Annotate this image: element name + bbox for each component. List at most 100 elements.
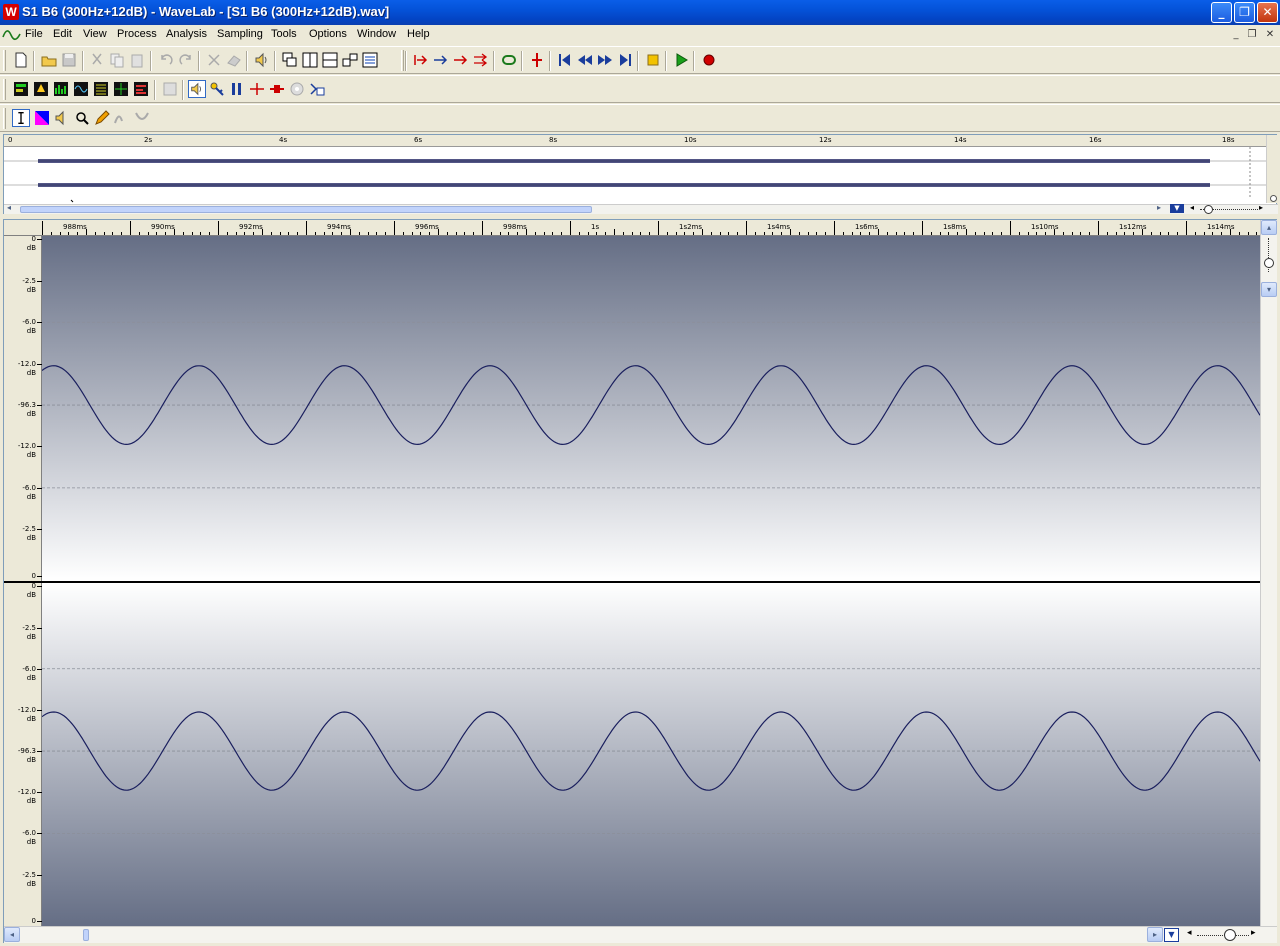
- stop-icon[interactable]: [644, 51, 662, 69]
- overview-zoom-slider-knob[interactable]: [1204, 205, 1213, 214]
- menu-help[interactable]: Help: [407, 28, 430, 40]
- minimize-button[interactable]: _: [1211, 2, 1232, 23]
- horizontal-scroll-thumb[interactable]: [83, 929, 89, 941]
- maximize-button[interactable]: ❐: [1234, 2, 1255, 23]
- menu-edit[interactable]: Edit: [53, 28, 72, 40]
- pause-icon[interactable]: [228, 80, 246, 98]
- paste-icon[interactable]: [128, 51, 146, 69]
- vertical-zoom-bar[interactable]: ▴ ▾: [1260, 220, 1277, 926]
- toolbar-grip[interactable]: [3, 50, 6, 71]
- pencil-tool-icon[interactable]: [93, 109, 111, 127]
- zoom-out-icon[interactable]: ◂: [1187, 928, 1192, 938]
- spectrometer-icon[interactable]: [132, 80, 150, 98]
- marker-play-icon[interactable]: [248, 80, 266, 98]
- play-range-icon[interactable]: [452, 51, 470, 69]
- cascade-windows-icon[interactable]: [281, 51, 299, 69]
- sync-icon[interactable]: [308, 80, 326, 98]
- color-picker-icon[interactable]: [33, 109, 51, 127]
- time-ruler[interactable]: 988ms 990ms 992ms 994ms 996ms 998ms 1s 1s2ms 1s4…: [4, 220, 1260, 236]
- delete-icon[interactable]: [205, 51, 223, 69]
- redo-icon[interactable]: [177, 51, 195, 69]
- left-channel-waveform[interactable]: [42, 236, 1260, 581]
- vertical-zoom-knob[interactable]: [1264, 258, 1274, 268]
- zoom-in-icon[interactable]: ▸: [1251, 928, 1256, 938]
- right-channel-waveform[interactable]: [42, 583, 1260, 926]
- overview-scrollbar[interactable]: ◂ ▸ ▼ ◂ ▸: [4, 203, 1278, 214]
- go-to-end-icon[interactable]: [616, 51, 634, 69]
- cd-icon[interactable]: [288, 80, 306, 98]
- menu-options[interactable]: Options: [309, 28, 347, 40]
- wavescope-icon[interactable]: [112, 80, 130, 98]
- zoom-out-icon[interactable]: ◂: [1190, 203, 1194, 212]
- scroll-left-icon[interactable]: ◂: [4, 927, 20, 942]
- play-to-marker-icon[interactable]: [432, 51, 450, 69]
- window-list-icon[interactable]: [361, 51, 379, 69]
- wave-editor[interactable]: 988ms 990ms 992ms 994ms 996ms 998ms 1s 1s2ms 1s4…: [3, 219, 1277, 943]
- arrange-windows-icon[interactable]: [341, 51, 359, 69]
- scroll-left-icon[interactable]: ◂: [7, 203, 11, 212]
- play-from-marker-icon[interactable]: [412, 51, 430, 69]
- copy-icon[interactable]: [108, 51, 126, 69]
- zoom-tool-icon[interactable]: [73, 109, 91, 127]
- close-button[interactable]: ✕: [1257, 2, 1278, 23]
- loop-icon[interactable]: [500, 51, 518, 69]
- phase-scope-icon[interactable]: [32, 80, 50, 98]
- split-marker-icon[interactable]: [268, 80, 286, 98]
- mdi-close-button[interactable]: ✕: [1263, 29, 1277, 41]
- save-icon[interactable]: [60, 51, 78, 69]
- scroll-up-icon[interactable]: ▴: [1261, 220, 1277, 235]
- cut-icon[interactable]: [88, 51, 106, 69]
- wavelab-app-icon[interactable]: W: [3, 4, 19, 20]
- scroll-right-icon[interactable]: ▸: [1157, 203, 1161, 212]
- mdi-restore-button[interactable]: ❐: [1245, 29, 1259, 41]
- zoom-in-icon[interactable]: ▸: [1259, 203, 1263, 212]
- menu-process[interactable]: Process: [117, 28, 157, 40]
- overview-zoom-knob[interactable]: [1270, 195, 1277, 202]
- toolbar-grip[interactable]: [3, 108, 6, 129]
- play-tool-speaker-icon[interactable]: [53, 109, 71, 127]
- play-selection-icon[interactable]: [472, 51, 490, 69]
- key-icon[interactable]: [208, 80, 226, 98]
- eraser-icon[interactable]: [225, 51, 243, 69]
- go-to-start-icon[interactable]: [556, 51, 574, 69]
- horizontal-scrollbar[interactable]: ◂ ▸ ▼ ◂ ▸: [4, 926, 1277, 943]
- toolbar-grip[interactable]: [3, 79, 6, 100]
- open-folder-icon[interactable]: [40, 51, 58, 69]
- menu-analysis[interactable]: Analysis: [166, 28, 207, 40]
- play-icon[interactable]: [672, 51, 690, 69]
- scroll-down-icon[interactable]: ▾: [1261, 282, 1277, 297]
- overview-scroll-thumb[interactable]: [20, 206, 592, 213]
- menu-window[interactable]: Window: [357, 28, 396, 40]
- tile-horizontal-icon[interactable]: [321, 51, 339, 69]
- scrub-icon[interactable]: [528, 51, 546, 69]
- rewind-icon[interactable]: [576, 51, 594, 69]
- meter-settings-icon[interactable]: [161, 80, 179, 98]
- scroll-right-icon[interactable]: ▸: [1147, 927, 1163, 942]
- envelope-tool-2-icon[interactable]: [133, 109, 151, 127]
- level-meter-icon[interactable]: [12, 80, 30, 98]
- zoom-preset-dropdown-icon[interactable]: ▼: [1164, 928, 1179, 942]
- menu-tools[interactable]: Tools: [271, 28, 297, 40]
- horizontal-zoom-knob[interactable]: [1224, 929, 1236, 941]
- new-file-icon[interactable]: [12, 51, 30, 69]
- fast-forward-icon[interactable]: [596, 51, 614, 69]
- record-icon[interactable]: [700, 51, 718, 69]
- oscilloscope-icon[interactable]: [72, 80, 90, 98]
- overview-zoom-bar[interactable]: [1266, 135, 1277, 203]
- envelope-tool-icon[interactable]: [113, 109, 131, 127]
- speaker-icon[interactable]: [253, 51, 271, 69]
- overview-dropdown-icon[interactable]: ▼: [1170, 204, 1184, 213]
- overview-time-ruler[interactable]: 0 2s 4s 6s 8s 10s 12s 14s 16s 18s: [4, 135, 1266, 147]
- menu-view[interactable]: View: [83, 28, 107, 40]
- spectroscope-icon[interactable]: [52, 80, 70, 98]
- horizontal-zoom-slider[interactable]: [1197, 935, 1249, 936]
- monitor-speaker-icon[interactable]: [188, 80, 206, 98]
- undo-icon[interactable]: [157, 51, 175, 69]
- bit-meter-icon[interactable]: [92, 80, 110, 98]
- mdi-minimize-button[interactable]: _: [1229, 29, 1243, 41]
- tile-vertical-icon[interactable]: [301, 51, 319, 69]
- overview-panel[interactable]: 0 2s 4s 6s 8s 10s 12s 14s 16s 18s ◂ ▸ ▼ …: [3, 134, 1278, 214]
- toolbar-grip[interactable]: [401, 50, 404, 71]
- overview-waveform[interactable]: [4, 147, 1266, 203]
- menu-file[interactable]: File: [25, 28, 43, 40]
